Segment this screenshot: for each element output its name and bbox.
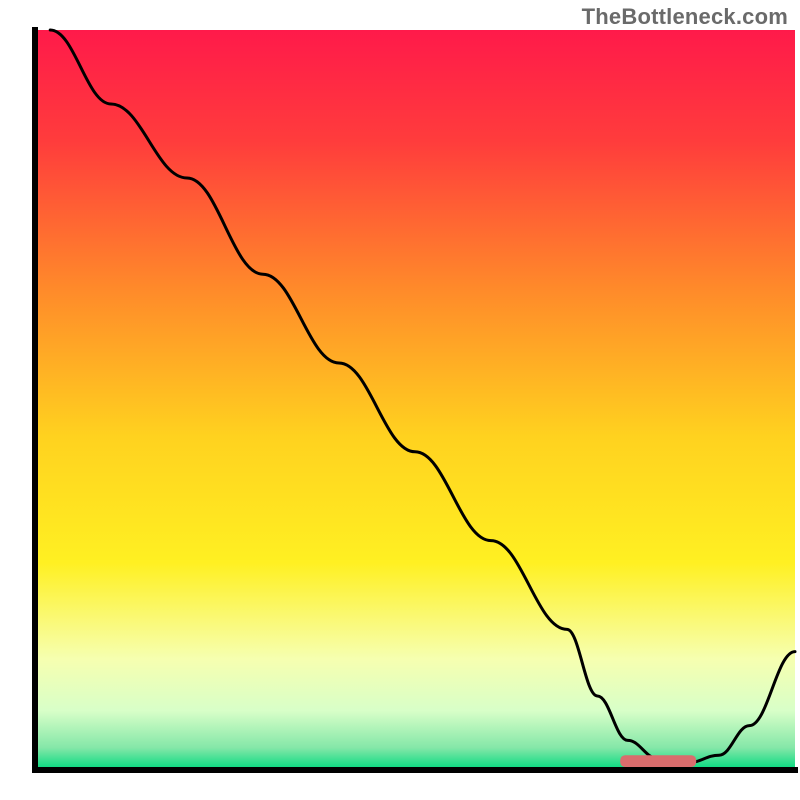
page-container: TheBottleneck.com [0, 0, 800, 800]
watermark-text: TheBottleneck.com [582, 4, 788, 30]
optimal-marker-bar [620, 755, 696, 767]
bottleneck-chart [0, 0, 800, 800]
